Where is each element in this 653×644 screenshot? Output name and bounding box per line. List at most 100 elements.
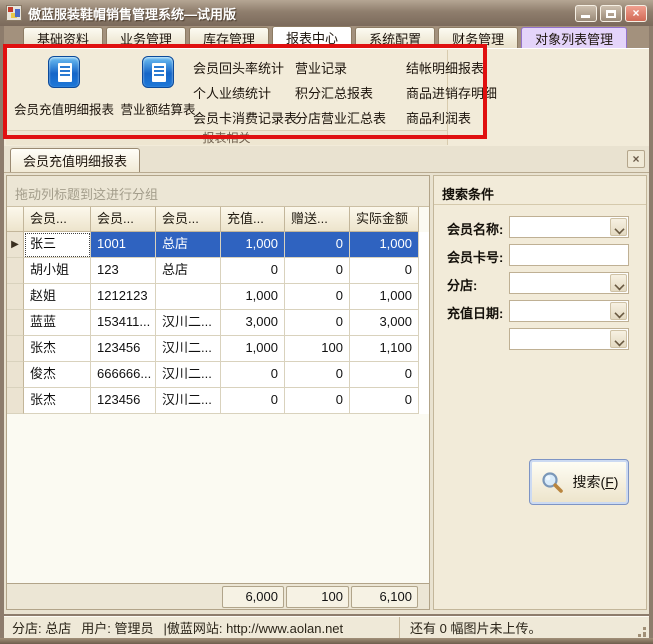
member-name-combobox[interactable] — [509, 216, 629, 238]
cell[interactable]: 胡小姐 — [24, 258, 91, 284]
cell[interactable]: 1,000 — [350, 232, 419, 258]
cell[interactable]: 0 — [285, 362, 350, 388]
table-row[interactable]: 张杰 123456 汉川二... 1,000 100 1,100 — [7, 336, 429, 362]
cell[interactable]: 汉川二... — [156, 336, 221, 362]
cell[interactable]: 总店 — [156, 232, 221, 258]
cell[interactable]: 0 — [221, 258, 285, 284]
cell[interactable]: 100 — [285, 336, 350, 362]
column-header-member-branch[interactable]: 会员... — [156, 207, 221, 232]
link-business-records[interactable]: 营业记录 — [295, 56, 386, 81]
cell[interactable]: 1,000 — [221, 336, 285, 362]
chevron-down-icon[interactable] — [610, 330, 627, 348]
cell[interactable]: 赵姐 — [24, 284, 91, 310]
member-card-input[interactable] — [510, 245, 628, 265]
cell[interactable]: 0 — [285, 310, 350, 336]
resize-grip-icon[interactable] — [643, 632, 646, 635]
link-member-return-rate[interactable]: 会员回头率统计 — [193, 56, 297, 81]
branch-combobox[interactable] — [509, 272, 629, 294]
link-product-profit[interactable]: 商品利润表 — [406, 106, 497, 131]
cell[interactable]: 0 — [285, 232, 350, 258]
cell[interactable]: 汉川二... — [156, 310, 221, 336]
table-row[interactable]: 胡小姐 123 总店 0 0 0 — [7, 258, 429, 284]
field-member-name: 会员名称: — [434, 216, 646, 238]
cell[interactable] — [156, 284, 221, 310]
cell[interactable]: 俊杰 — [24, 362, 91, 388]
tab-system-config[interactable]: 系统配置 — [355, 27, 435, 48]
column-header-member-name[interactable]: 会员... — [24, 207, 91, 232]
minimize-button[interactable] — [575, 5, 597, 22]
cell[interactable]: 0 — [221, 362, 285, 388]
status-branch: 分店: 总店 — [12, 618, 71, 637]
recharge-date-end-combobox[interactable] — [509, 328, 629, 350]
row-indicator — [7, 336, 24, 362]
column-header-member-card[interactable]: 会员... — [91, 207, 156, 232]
link-personal-performance[interactable]: 个人业绩统计 — [193, 81, 297, 106]
turnover-settlement-button[interactable]: 营业额结算表 — [120, 56, 196, 118]
cell[interactable]: 123 — [91, 258, 156, 284]
link-member-card-consumption[interactable]: 会员卡消费记录表 — [193, 106, 297, 131]
link-points-summary[interactable]: 积分汇总报表 — [295, 81, 386, 106]
report-grid-panel: 拖动列标题到这进行分组 会员... 会员... 会员... 充值... 赠送..… — [6, 175, 430, 610]
cell[interactable]: 张三 — [24, 232, 91, 258]
cell[interactable]: 蓝蓝 — [24, 310, 91, 336]
doc-tab-close-button[interactable]: × — [627, 150, 645, 168]
chevron-down-icon[interactable] — [610, 274, 627, 292]
table-row[interactable]: ▶ 张三 1001 总店 1,000 0 1,000 — [7, 232, 429, 258]
ribbon: 会员充值明细报表 营业额结算表 会员回头率统计 个人业绩统计 会员卡消费记录表 … — [4, 48, 649, 146]
column-header-recharge[interactable]: 充值... — [221, 207, 285, 232]
cell[interactable]: 153411... — [91, 310, 156, 336]
search-panel-title: 搜索条件 — [434, 176, 646, 205]
table-row[interactable]: 蓝蓝 153411... 汉川二... 3,000 0 3,000 — [7, 310, 429, 336]
cell[interactable]: 汉川二... — [156, 388, 221, 414]
search-icon — [540, 470, 564, 494]
cell[interactable]: 123456 — [91, 388, 156, 414]
recharge-date-start-combobox[interactable] — [509, 300, 629, 322]
total-recharge: 6,000 — [222, 586, 284, 608]
cell[interactable]: 1001 — [91, 232, 156, 258]
link-checkout-detail[interactable]: 结帐明细报表 — [406, 56, 497, 81]
cell[interactable]: 0 — [285, 284, 350, 310]
tab-basic-data[interactable]: 基础资料 — [23, 27, 103, 48]
minimize-icon — [581, 15, 590, 18]
cell[interactable]: 总店 — [156, 258, 221, 284]
column-header-gift[interactable]: 赠送... — [285, 207, 350, 232]
cell[interactable]: 123456 — [91, 336, 156, 362]
grid-footer-totals: 6,000 100 6,100 — [7, 583, 429, 609]
group-by-bar[interactable]: 拖动列标题到这进行分组 — [7, 176, 429, 207]
cell[interactable]: 0 — [285, 258, 350, 284]
member-recharge-report-button[interactable]: 会员充值明细报表 — [8, 56, 120, 118]
cell[interactable]: 1,000 — [221, 284, 285, 310]
cell[interactable]: 1,000 — [221, 232, 285, 258]
search-button[interactable]: 搜索(F) — [529, 459, 629, 505]
tab-object-list[interactable]: 对象列表管理 — [521, 27, 627, 48]
link-product-inventory-detail[interactable]: 商品进销存明细 — [406, 81, 497, 106]
chevron-down-icon[interactable] — [610, 302, 627, 320]
cell[interactable]: 0 — [285, 388, 350, 414]
maximize-button[interactable] — [600, 5, 622, 22]
table-row[interactable]: 张杰 123456 汉川二... 0 0 0 — [7, 388, 429, 414]
cell[interactable]: 张杰 — [24, 336, 91, 362]
link-branch-business-summary[interactable]: 分店营业汇总表 — [295, 106, 386, 131]
cell[interactable]: 3,000 — [350, 310, 419, 336]
tab-inventory[interactable]: 库存管理 — [189, 27, 269, 48]
chevron-down-icon[interactable] — [610, 218, 627, 236]
cell[interactable]: 1,000 — [350, 284, 419, 310]
column-header-actual-amount[interactable]: 实际金额 — [350, 207, 419, 232]
cell[interactable]: 1,100 — [350, 336, 419, 362]
tab-report-center[interactable]: 报表中心 — [272, 26, 352, 48]
cell[interactable]: 1212123 — [91, 284, 156, 310]
table-row[interactable]: 俊杰 666666... 汉川二... 0 0 0 — [7, 362, 429, 388]
table-row[interactable]: 赵姐 1212123 1,000 0 1,000 — [7, 284, 429, 310]
cell[interactable]: 0 — [350, 388, 419, 414]
cell[interactable]: 汉川二... — [156, 362, 221, 388]
cell[interactable]: 0 — [221, 388, 285, 414]
cell[interactable]: 张杰 — [24, 388, 91, 414]
cell[interactable]: 666666... — [91, 362, 156, 388]
cell[interactable]: 3,000 — [221, 310, 285, 336]
doc-tab-member-recharge-report[interactable]: 会员充值明细报表 — [10, 148, 140, 172]
tab-business[interactable]: 业务管理 — [106, 27, 186, 48]
close-button[interactable]: × — [625, 5, 647, 22]
tab-finance[interactable]: 财务管理 — [438, 27, 518, 48]
cell[interactable]: 0 — [350, 258, 419, 284]
cell[interactable]: 0 — [350, 362, 419, 388]
